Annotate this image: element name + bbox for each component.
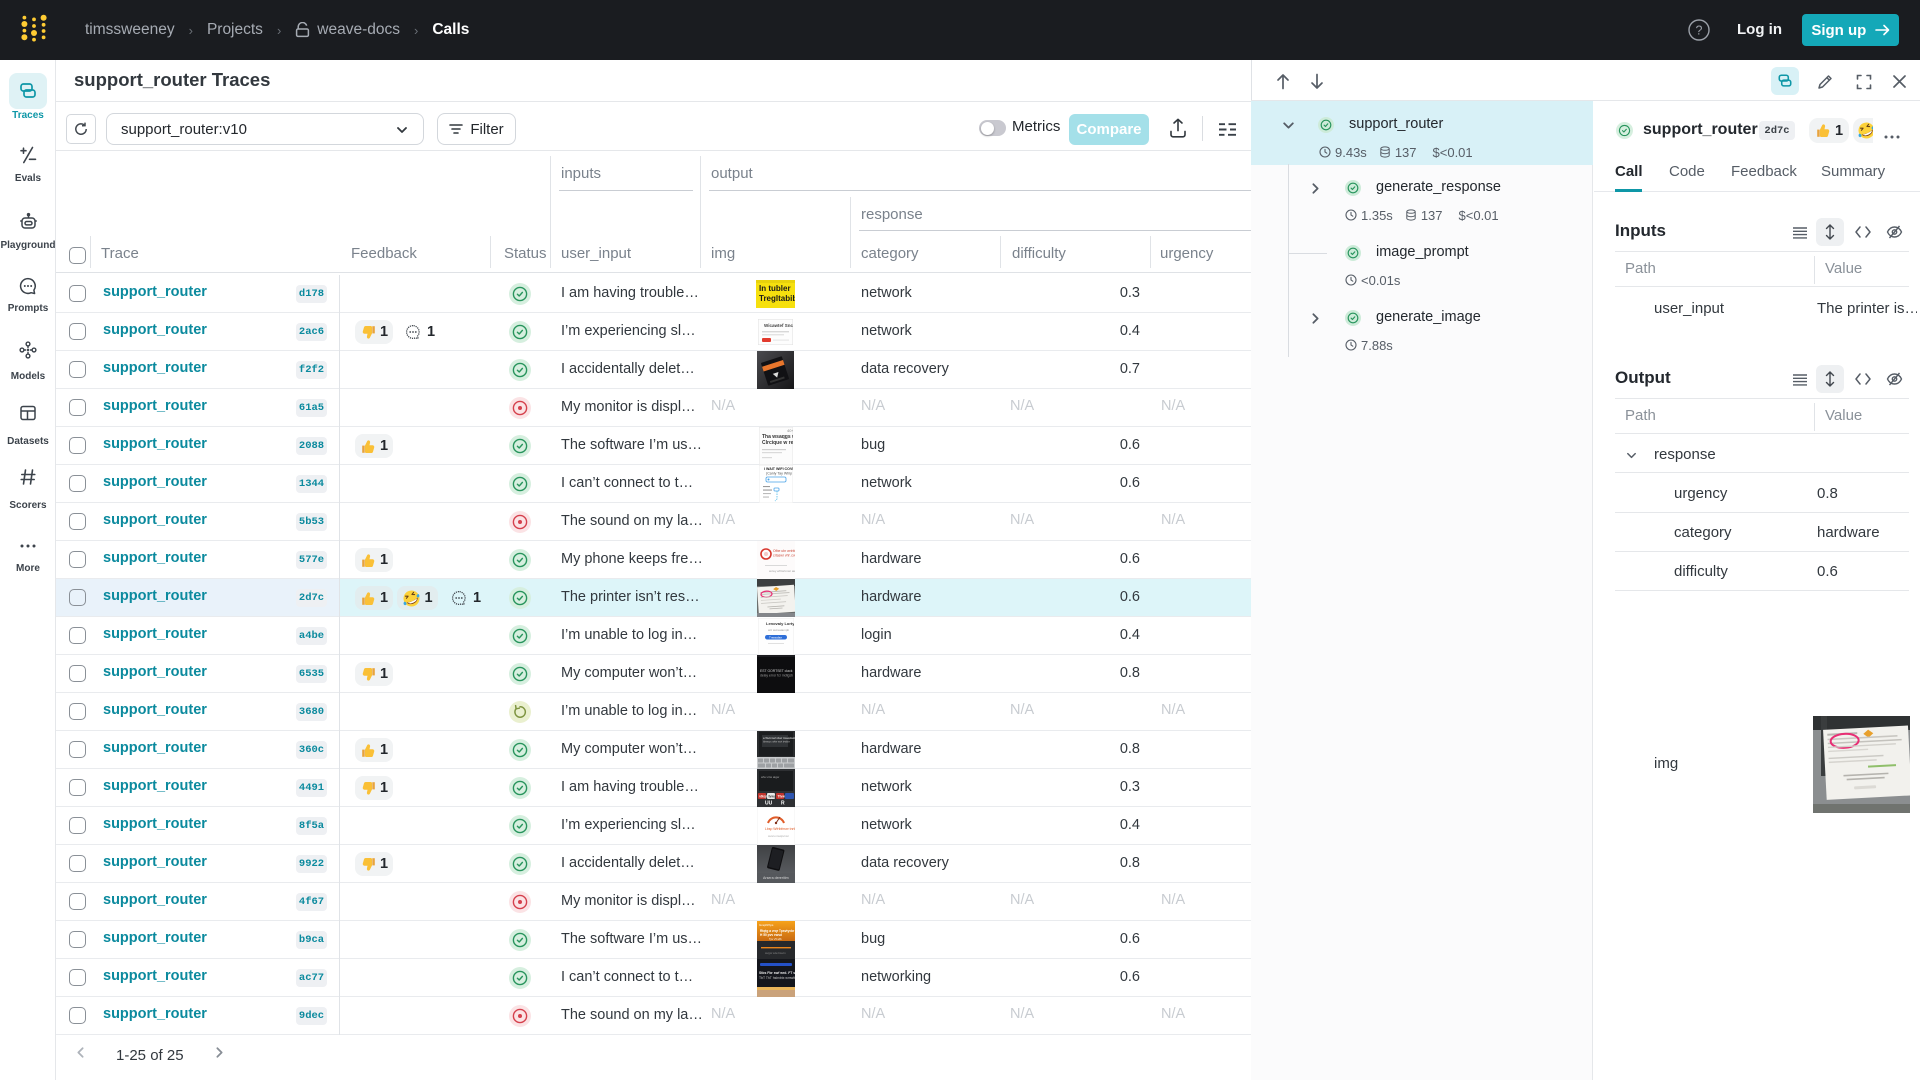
svg-text:crtaswr vhf .cvmeq wttu: crtaswr vhf .cvmeq wttu bbox=[773, 554, 795, 558]
svg-text:Arsera dereritim: Arsera dereritim bbox=[763, 876, 789, 880]
svg-text:Stbs Fbr swf wrd. FT swvr2: Stbs Fbr swf wrd. FT swvr2 bbox=[759, 971, 795, 975]
svg-text:wfa vrtw atgw: wfa vrtw atgw bbox=[761, 775, 780, 779]
svg-text:H 50 pvv ewsd: H 50 pvv ewsd bbox=[760, 933, 782, 937]
svg-text:In tubler: In tubler bbox=[759, 284, 791, 293]
svg-text:wvwy wfrtsrtmwr awvtr: wvwy wfrtsrtmwr awvtr bbox=[769, 569, 795, 573]
svg-text:Ofbe ubr wrtrbhg kws: Ofbe ubr wrtrbhg kws bbox=[773, 549, 795, 553]
svg-text:wvgw wtw bwvm: wvgw wtw bwvm bbox=[765, 951, 786, 955]
svg-text:wvwv.mwrqtvvwr: wvwv.mwrqtvvwr bbox=[768, 834, 789, 838]
svg-text:R: R bbox=[781, 801, 785, 807]
svg-text:Tnwsafae: Tnwsafae bbox=[769, 635, 782, 639]
svg-text:Wicawtef Snctra L.bst: Wicawtef Snctra L.bst bbox=[764, 323, 793, 328]
svg-text:(Canly Tay Whlp Pfks): (Canly Tay Whlp Pfks) bbox=[766, 472, 793, 476]
svg-text:Clrcique w repxtatiy: Clrcique w repxtatiy bbox=[762, 440, 793, 446]
svg-text:EST GORTSET clack: EST GORTSET clack bbox=[760, 669, 793, 673]
svg-text:wrt wvreatampb: wrt wvreatampb bbox=[768, 628, 790, 632]
svg-text:Lbsp Wfrtbfmwr tnrtbf: Lbsp Wfrtbfmwr tnrtbf bbox=[765, 827, 795, 831]
svg-text:Lenovaly Lorty: Lenovaly Lorty bbox=[766, 621, 794, 626]
svg-text:TbT ThT hsbvbtx wmwft wrb ys: TbT ThT hsbvbtx wmwft wrb ys bbox=[759, 976, 795, 980]
svg-text:GraphPtps: GraphPtps bbox=[759, 923, 774, 927]
svg-text:tvwu: tvwu bbox=[768, 794, 775, 798]
svg-text:UU: UU bbox=[765, 801, 773, 807]
svg-text:delay error fcr mdtgsb: delay error fcr mdtgsb bbox=[760, 674, 793, 678]
svg-text:I WAIT WIFI COVMMACT: I WAIT WIFI COVMMACT bbox=[764, 467, 793, 471]
svg-text:?: ? bbox=[1696, 24, 1703, 38]
svg-text:Tpv v5 wfb: Tpv v5 wfb bbox=[769, 937, 782, 941]
svg-text:tbswcx wfw wvt trwbtr: tbswcx wfw wvt trwbtr bbox=[763, 740, 790, 744]
svg-text:Tregltabibe: Tregltabibe bbox=[759, 294, 795, 303]
svg-text:40+: 40+ bbox=[787, 428, 793, 433]
